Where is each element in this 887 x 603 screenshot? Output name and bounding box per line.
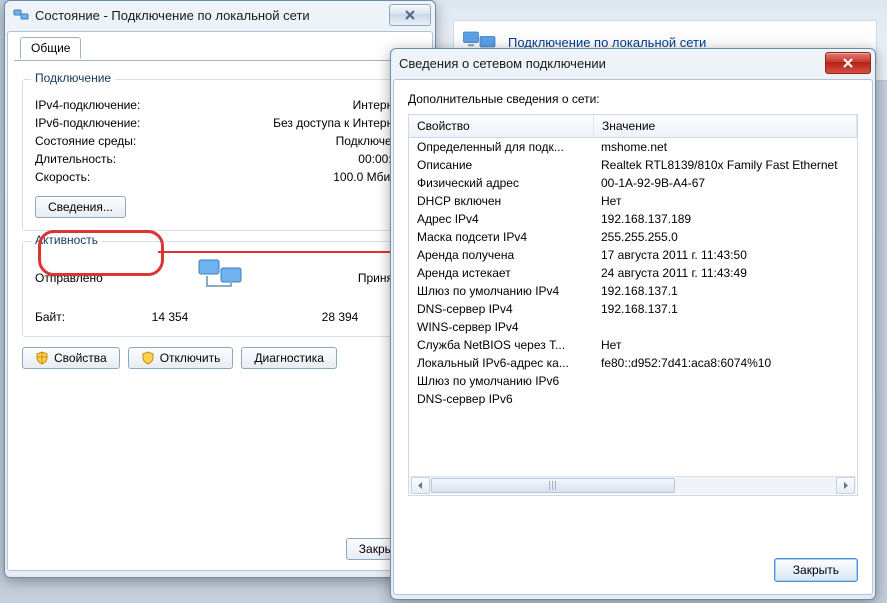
details-window: Сведения о сетевом подключении Дополните… <box>390 48 876 600</box>
row-property: DHCP включен <box>409 193 593 209</box>
row-value: 192.168.137.1 <box>593 283 857 299</box>
scroll-right-icon[interactable] <box>836 477 855 494</box>
row-value: 255.255.255.0 <box>593 229 857 245</box>
disable-label: Отключить <box>160 351 221 365</box>
table-row[interactable]: Адрес IPv4192.168.137.189 <box>409 210 857 228</box>
table-row[interactable]: Шлюз по умолчанию IPv6 <box>409 372 857 390</box>
row-property: Адрес IPv4 <box>409 211 593 227</box>
status-window: Состояние - Подключение по локальной сет… <box>4 0 436 578</box>
recv-label: Принято <box>280 271 405 285</box>
table-row[interactable]: DNS-сервер IPv6 <box>409 390 857 408</box>
group-connection-legend: Подключение <box>31 71 115 85</box>
hscrollbar[interactable] <box>410 476 856 494</box>
properties-label: Свойства <box>54 351 107 365</box>
row-value: Нет <box>593 337 857 353</box>
row-value: 00-1A-92-9B-A4-67 <box>593 175 857 191</box>
row-property: Описание <box>409 157 593 173</box>
table-row[interactable]: Аренда истекает24 августа 2011 г. 11:43:… <box>409 264 857 282</box>
shield-icon <box>141 351 155 365</box>
row-value: 192.168.137.1 <box>593 301 857 317</box>
row-value: fe80::d952:7d41:aca8:6074%10 <box>593 355 857 371</box>
table-row[interactable]: DNS-сервер IPv4192.168.137.1 <box>409 300 857 318</box>
row-property: Аренда получена <box>409 247 593 263</box>
tabstrip: Общие <box>14 38 426 61</box>
shield-icon <box>35 351 49 365</box>
action-buttons: Свойства Отключить Диагностика <box>22 347 418 369</box>
row-value: 192.168.137.189 <box>593 211 857 227</box>
details-title: Сведения о сетевом подключении <box>399 56 825 71</box>
bytes-recv: 28 394 <box>275 310 405 324</box>
row-value: 24 августа 2011 г. 11:43:49 <box>593 265 857 281</box>
col-property[interactable]: Свойство <box>409 115 594 137</box>
table-row[interactable]: Маска подсети IPv4255.255.255.0 <box>409 228 857 246</box>
ipv6-label: IPv6-подключение: <box>35 116 273 130</box>
row-property: DNS-сервер IPv6 <box>409 391 593 407</box>
details-table: Свойство Значение Определенный для подк.… <box>408 114 858 496</box>
table-row[interactable]: Определенный для подк...mshome.net <box>409 138 857 156</box>
row-value: Нет <box>593 193 857 209</box>
speed-label: Скорость: <box>35 170 333 184</box>
row-value: 17 августа 2011 г. 11:43:50 <box>593 247 857 263</box>
table-row[interactable]: ОписаниеRealtek RTL8139/810x Family Fast… <box>409 156 857 174</box>
close-button[interactable] <box>825 52 871 74</box>
table-row[interactable]: Шлюз по умолчанию IPv4192.168.137.1 <box>409 282 857 300</box>
row-value <box>593 373 857 389</box>
row-value <box>593 391 857 407</box>
details-button[interactable]: Сведения... <box>35 196 126 218</box>
duration-label: Длительность: <box>35 152 358 166</box>
row-property: Определенный для подк... <box>409 139 593 155</box>
group-connection: Подключение IPv4-подключение:Интернет IP… <box>22 79 418 231</box>
connection-icon <box>13 7 29 23</box>
tab-general[interactable]: Общие <box>20 37 81 59</box>
table-row[interactable]: Физический адрес00-1A-92-9B-A4-67 <box>409 174 857 192</box>
row-property: Шлюз по умолчанию IPv6 <box>409 373 593 389</box>
close-button[interactable] <box>389 4 431 26</box>
bytes-label: Байт: <box>35 310 105 324</box>
row-property: Служба NetBIOS через T... <box>409 337 593 353</box>
disable-button[interactable]: Отключить <box>128 347 234 369</box>
row-property: DNS-сервер IPv4 <box>409 301 593 317</box>
row-property: Аренда истекает <box>409 265 593 281</box>
row-value <box>593 319 857 335</box>
ipv4-label: IPv4-подключение: <box>35 98 353 112</box>
status-titlebar: Состояние - Подключение по локальной сет… <box>5 1 435 29</box>
ipv6-value: Без доступа к Интернет <box>273 116 405 130</box>
row-property: Локальный IPv6-адрес ка... <box>409 355 593 371</box>
row-property: WINS-сервер IPv4 <box>409 319 593 335</box>
properties-button[interactable]: Свойства <box>22 347 120 369</box>
annotation-circle-details <box>38 230 164 276</box>
row-property: Маска подсети IPv4 <box>409 229 593 245</box>
table-row[interactable]: WINS-сервер IPv4 <box>409 318 857 336</box>
table-row[interactable]: DHCP включенНет <box>409 192 857 210</box>
bytes-sent: 14 354 <box>105 310 235 324</box>
table-row[interactable]: Локальный IPv6-адрес ка...fe80::d952:7d4… <box>409 354 857 372</box>
row-property: Шлюз по умолчанию IPv4 <box>409 283 593 299</box>
close-details-button[interactable]: Закрыть <box>774 558 858 582</box>
row-value: Realtek RTL8139/810x Family Fast Etherne… <box>593 157 857 173</box>
scroll-left-icon[interactable] <box>411 477 430 494</box>
col-value[interactable]: Значение <box>594 115 857 137</box>
scroll-track[interactable] <box>431 478 835 493</box>
details-intro: Дополнительные сведения о сети: <box>394 80 872 108</box>
details-header: Свойство Значение <box>409 115 857 138</box>
diagnose-button[interactable]: Диагностика <box>241 347 337 369</box>
status-title: Состояние - Подключение по локальной сет… <box>35 8 389 23</box>
details-titlebar: Сведения о сетевом подключении <box>391 49 875 77</box>
row-property: Физический адрес <box>409 175 593 191</box>
table-row[interactable]: Аренда получена17 августа 2011 г. 11:43:… <box>409 246 857 264</box>
scroll-thumb[interactable] <box>431 478 675 493</box>
row-value: mshome.net <box>593 139 857 155</box>
annotation-arrow <box>158 240 408 270</box>
media-label: Состояние среды: <box>35 134 336 148</box>
table-row[interactable]: Служба NetBIOS через T...Нет <box>409 336 857 354</box>
